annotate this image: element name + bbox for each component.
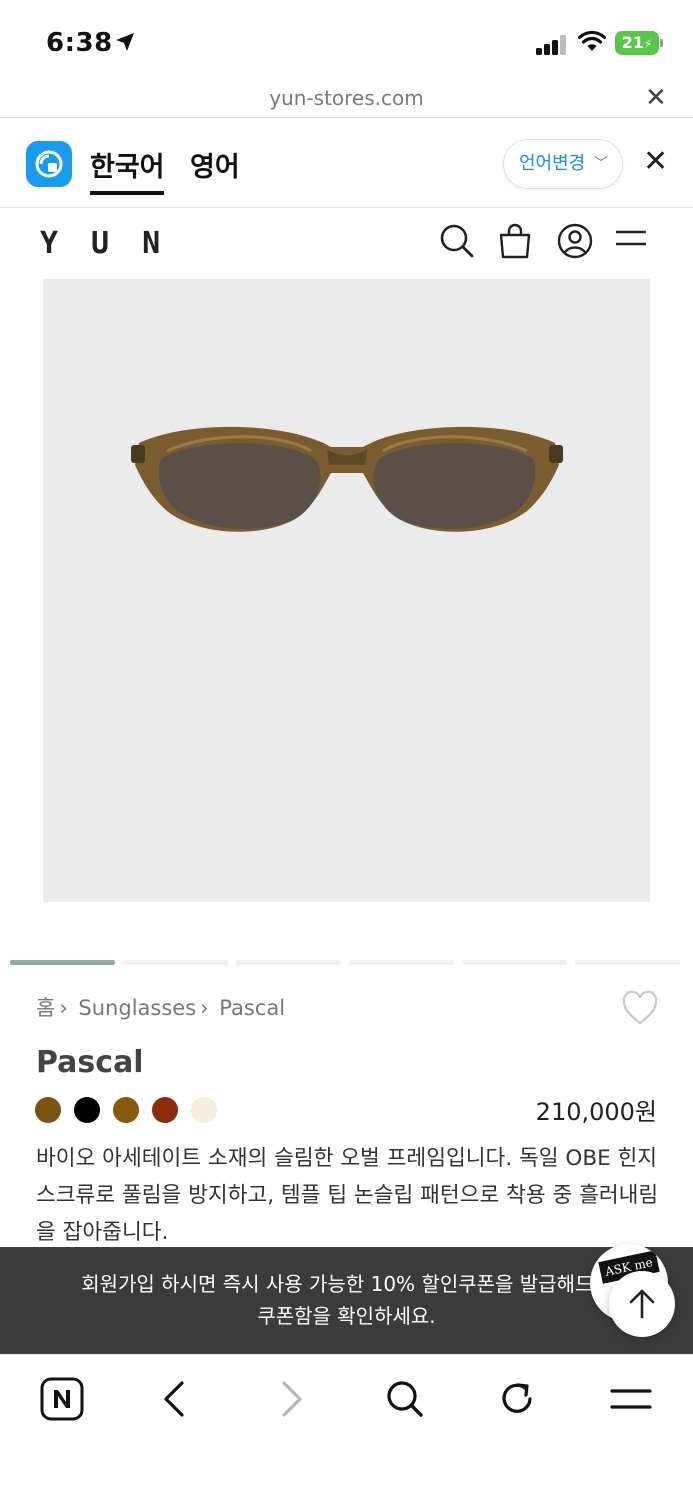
color-swatch[interactable] — [152, 1097, 178, 1123]
breadcrumb-product[interactable]: Pascal — [219, 996, 285, 1020]
shopping-bag-icon[interactable] — [497, 222, 533, 260]
close-translate-icon[interactable]: ✕ — [643, 147, 668, 177]
tab-korean[interactable]: 한국어 — [90, 145, 165, 184]
color-swatch[interactable] — [113, 1097, 139, 1123]
site-header: YUN — [0, 208, 693, 278]
color-swatch[interactable] — [191, 1097, 217, 1123]
image-carousel-indicator — [10, 960, 683, 965]
search-icon[interactable] — [438, 222, 476, 260]
tab-active-indicator — [90, 191, 164, 195]
change-language-label: 언어변경 — [519, 153, 586, 174]
sunglasses-image — [131, 426, 563, 532]
battery-icon: 21⚡ — [615, 31, 659, 55]
close-icon[interactable]: ✕ — [645, 85, 667, 111]
color-swatch[interactable] — [74, 1097, 100, 1123]
scroll-to-top-button[interactable] — [609, 1271, 675, 1337]
change-language-button[interactable]: 언어변경 ﹀ — [503, 139, 623, 189]
url-domain[interactable]: yun-stores.com — [0, 86, 693, 110]
url-bar[interactable]: yun-stores.com ✕ — [0, 82, 693, 118]
carousel-dot-active — [10, 960, 115, 965]
carousel-dot — [123, 960, 228, 965]
browser-toolbar — [0, 1354, 693, 1500]
chevron-right-icon: › — [59, 996, 68, 1020]
product-price: 210,000원 — [535, 1098, 657, 1126]
naver-home-icon[interactable] — [40, 1377, 84, 1421]
battery-cap — [660, 39, 663, 47]
product-image[interactable] — [43, 279, 650, 902]
breadcrumb: 홈 › Sunglasses › Pascal — [36, 992, 289, 1022]
account-icon[interactable] — [556, 222, 594, 260]
product-name: Pascal — [36, 1045, 144, 1080]
tab-english[interactable]: 영어 — [190, 145, 240, 184]
carousel-dot — [236, 960, 341, 965]
heart-icon[interactable] — [621, 990, 659, 1026]
refresh-icon[interactable] — [497, 1377, 537, 1421]
breadcrumb-category[interactable]: Sunglasses — [78, 996, 196, 1020]
status-bar: 6:38 21⚡ — [0, 0, 693, 82]
papago-logo-icon — [26, 141, 72, 187]
menu-icon[interactable] — [610, 1377, 652, 1421]
color-swatch[interactable] — [35, 1097, 61, 1123]
cellular-signal-icon — [536, 33, 568, 55]
carousel-dot — [462, 960, 567, 965]
wifi-icon — [578, 30, 606, 51]
coupon-banner[interactable]: 회원가입 하시면 즉시 사용 가능한 10% 할인쿠폰을 발급해드려 쿠폰함을 … — [0, 1247, 693, 1354]
coupon-text-line2: 쿠폰함을 확인하세요. — [257, 1304, 436, 1328]
location-arrow-icon — [116, 33, 134, 51]
breadcrumb-home[interactable]: 홈 — [36, 996, 55, 1020]
forward-icon — [282, 1381, 302, 1417]
arrow-up-icon — [629, 1289, 655, 1319]
chevron-right-icon: › — [200, 996, 209, 1020]
translate-bar: 한국어 영어 언어변경 ﹀ ✕ — [0, 119, 693, 208]
carousel-dot — [349, 960, 454, 965]
battery-level: 21 — [621, 33, 644, 52]
status-time: 6:38 — [46, 28, 113, 58]
site-logo[interactable]: YUN — [40, 226, 193, 261]
search-icon[interactable] — [384, 1377, 426, 1421]
carousel-dot — [575, 960, 680, 965]
hamburger-menu-icon[interactable] — [614, 222, 648, 256]
back-icon[interactable] — [160, 1377, 190, 1421]
chevron-down-icon: ﹀ — [594, 156, 608, 172]
product-description: 바이오 아세테이트 소재의 슬림한 오벌 프레임입니다. 독일 OBE 힌지 스… — [36, 1146, 659, 1245]
